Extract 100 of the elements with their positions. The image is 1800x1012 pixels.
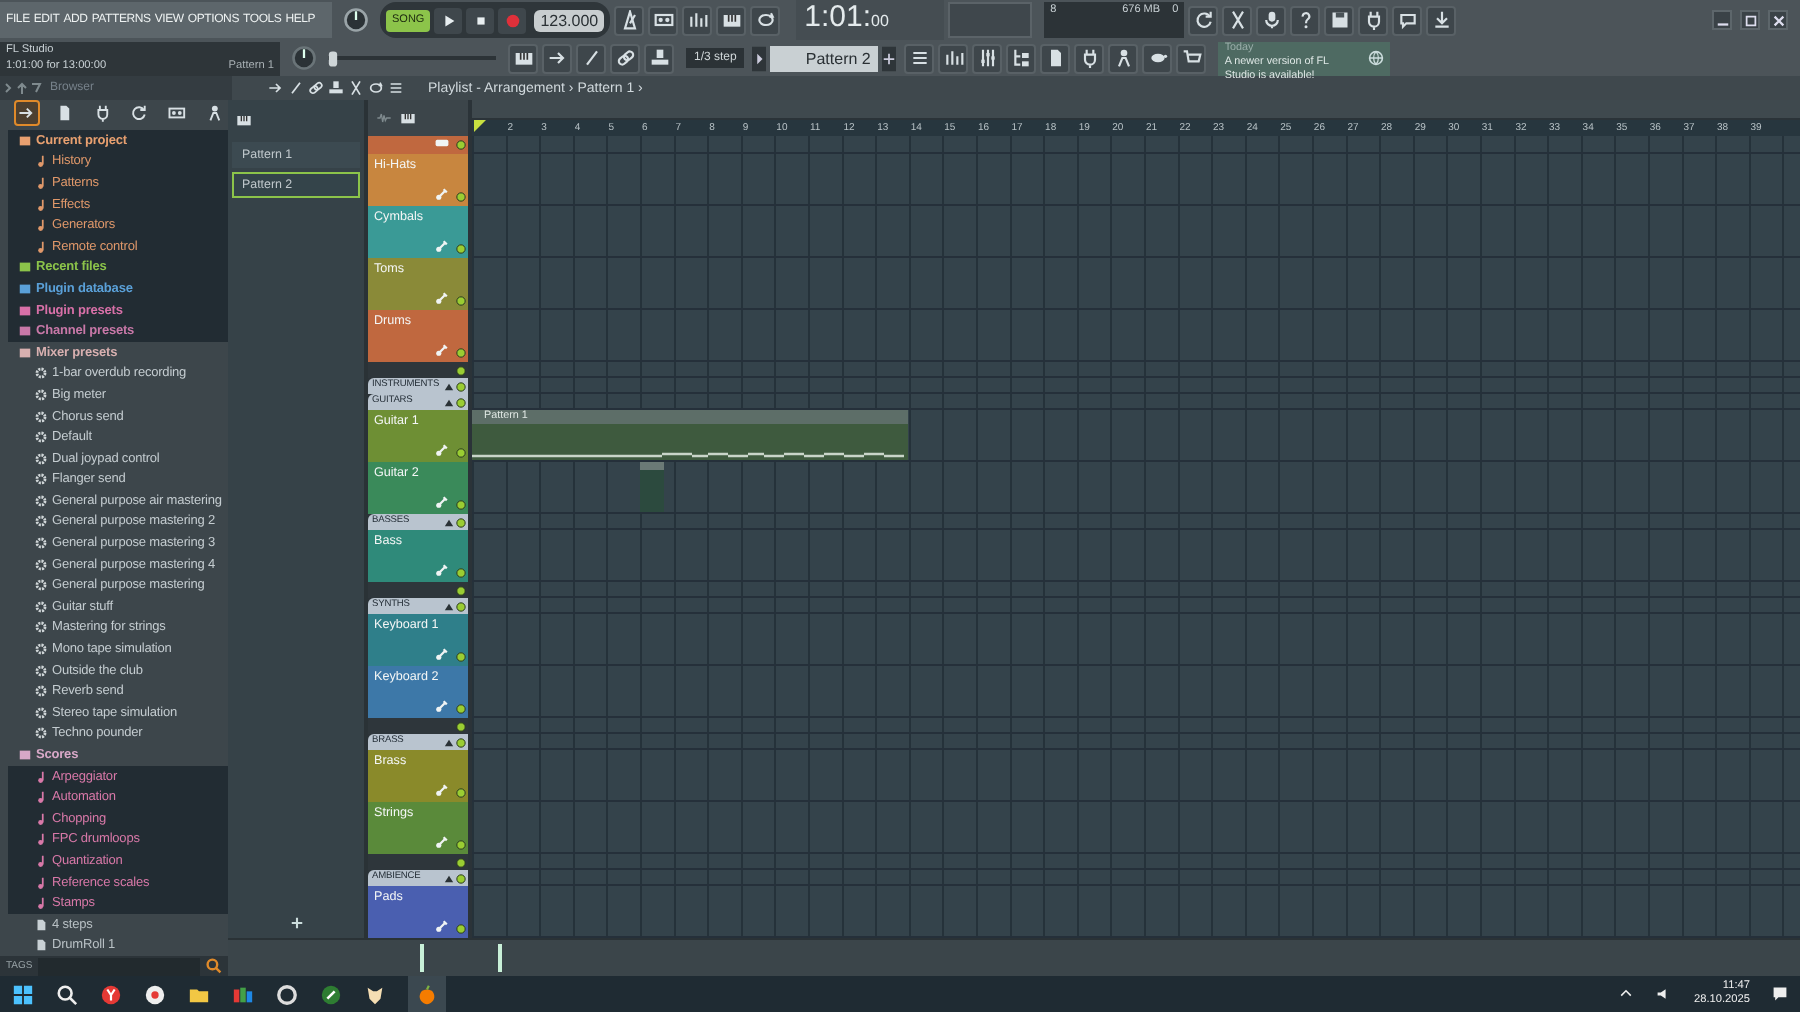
- pattern-clip[interactable]: [640, 462, 664, 512]
- toolbar-button[interactable]: [1074, 43, 1105, 73]
- toolbar-button[interactable]: [972, 43, 1003, 73]
- toolbar-button[interactable]: [1358, 5, 1389, 35]
- horizontal-scrollbar[interactable]: [472, 100, 1800, 120]
- mute-led-icon[interactable]: [456, 840, 466, 850]
- note-icon: [34, 175, 48, 190]
- close-button[interactable]: [1768, 10, 1788, 30]
- scissors-icon[interactable]: [348, 80, 364, 96]
- mute-led-icon[interactable]: [456, 365, 466, 375]
- toolbar-button[interactable]: [1290, 5, 1321, 35]
- toolbar-button[interactable]: [648, 5, 679, 35]
- toolbar-button[interactable]: [1392, 5, 1423, 35]
- toolbar-button[interactable]: [682, 5, 713, 35]
- mute-led-icon[interactable]: [456, 448, 466, 458]
- toolbar-button[interactable]: [1222, 5, 1253, 35]
- note-icon: [34, 790, 48, 805]
- arrow-icon[interactable]: [268, 80, 284, 96]
- mute-led-icon[interactable]: [456, 788, 466, 798]
- toolbar-button[interactable]: [1040, 43, 1071, 73]
- toolbar-button[interactable]: [904, 43, 935, 73]
- tags-field[interactable]: [38, 957, 200, 976]
- stop-button[interactable]: [466, 7, 495, 33]
- mute-led-icon[interactable]: [456, 704, 466, 714]
- speaker-icon[interactable]: [1656, 986, 1672, 1002]
- mute-led-icon[interactable]: [456, 873, 466, 883]
- instrument-icon: [434, 834, 450, 850]
- toolbar-button[interactable]: [1426, 5, 1457, 35]
- fruit-icon: [416, 983, 438, 1005]
- play-button[interactable]: [434, 7, 463, 33]
- track-lane[interactable]: [472, 462, 1800, 514]
- navigation-arrows-icon[interactable]: [4, 80, 44, 96]
- toolbar-button[interactable]: [1006, 43, 1037, 73]
- toolbar-button[interactable]: [1256, 5, 1287, 35]
- app-icon[interactable]: [320, 983, 342, 1005]
- mute-led-icon[interactable]: [456, 652, 466, 662]
- search-icon[interactable]: [56, 983, 78, 1005]
- mute-led-icon[interactable]: [456, 244, 466, 254]
- loop-icon[interactable]: [368, 80, 384, 96]
- brush-icon[interactable]: [288, 80, 304, 96]
- list-icon[interactable]: [388, 80, 404, 96]
- mute-led-icon[interactable]: [456, 924, 466, 934]
- mute-led-icon[interactable]: [456, 296, 466, 306]
- toolbar-button[interactable]: [716, 5, 747, 35]
- plus-icon[interactable]: [289, 916, 303, 931]
- note-icon: [34, 875, 48, 890]
- waveform-icon[interactable]: [376, 110, 392, 126]
- mute-led-icon[interactable]: [456, 140, 466, 150]
- mute-led-icon[interactable]: [456, 568, 466, 578]
- mute-led-icon[interactable]: [456, 857, 466, 867]
- toolbar-button[interactable]: [644, 43, 674, 73]
- track-lane[interactable]: [472, 514, 1800, 530]
- link-icon[interactable]: [308, 80, 324, 96]
- toolbar-button[interactable]: [1176, 43, 1207, 73]
- toolbar-button[interactable]: [1108, 43, 1139, 73]
- maximize-button[interactable]: [1740, 10, 1760, 30]
- mute-led-icon[interactable]: [456, 397, 466, 407]
- toolbar-button[interactable]: [508, 43, 538, 73]
- browser-tab[interactable]: [14, 100, 40, 126]
- mute-led-icon[interactable]: [456, 585, 466, 595]
- tempo-field[interactable]: 123.000: [534, 9, 605, 31]
- instrument-icon: [434, 782, 450, 798]
- toolbar-button[interactable]: [1324, 5, 1355, 35]
- track-lane[interactable]: [472, 394, 1800, 410]
- instrument-icon: [434, 494, 450, 510]
- toolbar-button[interactable]: [1142, 43, 1173, 73]
- mute-led-icon[interactable]: [456, 381, 466, 391]
- mute-led-icon[interactable]: [456, 517, 466, 527]
- notification-icon[interactable]: [1772, 986, 1788, 1002]
- instrument-icon: [434, 342, 450, 358]
- toolbar-button[interactable]: [614, 5, 645, 35]
- piano-icon[interactable]: [236, 112, 252, 128]
- knob-icon[interactable]: [290, 44, 318, 72]
- piano-icon[interactable]: [400, 110, 416, 126]
- stamp-icon[interactable]: [328, 80, 344, 96]
- app-icon[interactable]: [364, 983, 386, 1005]
- mute-led-icon[interactable]: [456, 737, 466, 747]
- minimize-button[interactable]: [1712, 10, 1732, 30]
- toolbar-button[interactable]: [938, 43, 969, 73]
- toolbar-button[interactable]: [576, 43, 606, 73]
- mute-led-icon[interactable]: [456, 348, 466, 358]
- mute-led-icon[interactable]: [456, 601, 466, 611]
- instrument-icon: [434, 290, 450, 306]
- mute-led-icon[interactable]: [456, 500, 466, 510]
- knob-icon[interactable]: [342, 6, 370, 34]
- windows-logo-icon[interactable]: [12, 983, 34, 1005]
- track-header[interactable]: [368, 136, 468, 154]
- mute-led-icon[interactable]: [456, 721, 466, 731]
- app-icon[interactable]: [276, 983, 298, 1005]
- caret-icon[interactable]: [1618, 986, 1634, 1002]
- toolbar-button[interactable]: [610, 43, 640, 73]
- toolbar-button[interactable]: [542, 43, 572, 73]
- toolbar-button[interactable]: [1188, 5, 1219, 35]
- app-icon[interactable]: [100, 983, 122, 1005]
- toolbar-button[interactable]: [750, 5, 781, 35]
- pattern-selector[interactable]: Pattern 2: [770, 45, 879, 71]
- app-icon[interactable]: [144, 983, 166, 1005]
- active-app-button[interactable]: [408, 976, 446, 1012]
- plus-icon[interactable]: [882, 45, 897, 71]
- mute-led-icon[interactable]: [456, 192, 466, 202]
